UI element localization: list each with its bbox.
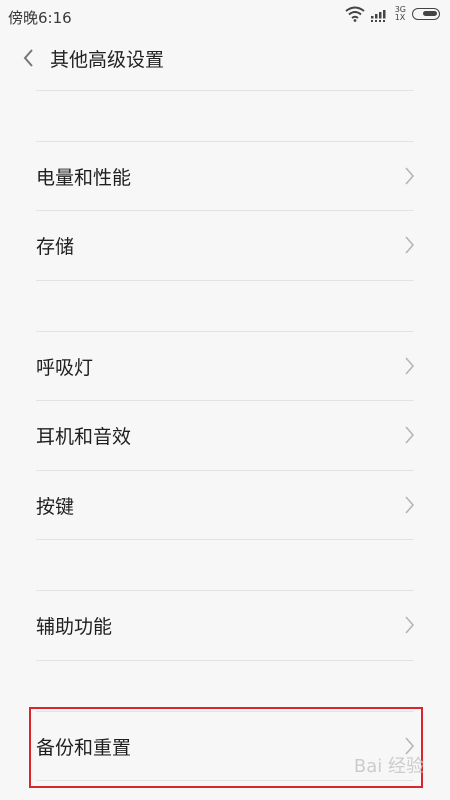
back-button[interactable] [6, 36, 50, 80]
settings-item-label: 呼吸灯 [36, 356, 94, 379]
status-bar: 傍晚6:16 3G 1X [0, 0, 450, 32]
divider [36, 280, 414, 281]
settings-item-label: 备份和重置 [36, 736, 132, 759]
settings-item-headphones-audio[interactable]: 耳机和音效 [0, 401, 450, 469]
divider [36, 780, 414, 781]
settings-item-label: 按键 [36, 495, 75, 518]
settings-item-buttons[interactable]: 按键 [0, 471, 450, 539]
settings-item-accessibility[interactable]: 辅助功能 [0, 591, 450, 659]
signal-icon [370, 10, 386, 22]
header: 其他高级设置 [0, 32, 450, 84]
chevron-right-icon [405, 236, 415, 254]
chevron-right-icon [405, 167, 415, 185]
divider [36, 90, 414, 91]
page-title: 其他高级设置 [50, 48, 165, 71]
chevron-right-icon [405, 426, 415, 444]
chevron-left-icon [23, 49, 33, 67]
settings-item-label: 电量和性能 [36, 166, 132, 189]
settings-item-notification-light[interactable]: 呼吸灯 [0, 332, 450, 400]
chevron-right-icon [405, 496, 415, 514]
status-time: 傍晚6:16 [8, 9, 72, 27]
settings-item-label: 耳机和音效 [36, 425, 132, 448]
chevron-right-icon [405, 616, 415, 634]
divider [36, 660, 414, 661]
wifi-icon [345, 6, 365, 22]
settings-item-label: 存储 [36, 235, 75, 258]
battery-icon [412, 8, 440, 20]
network-type: 3G 1X [395, 6, 406, 22]
watermark: Bai 经验 [353, 756, 424, 777]
settings-item-storage[interactable]: 存储 [0, 211, 450, 279]
settings-item-label: 辅助功能 [36, 615, 113, 638]
settings-item-battery-performance[interactable]: 电量和性能 [0, 142, 450, 210]
divider [36, 539, 414, 540]
status-icons: 3G 1X [345, 6, 440, 22]
chevron-right-icon [405, 357, 415, 375]
network-type-bottom: 1X [394, 13, 406, 22]
